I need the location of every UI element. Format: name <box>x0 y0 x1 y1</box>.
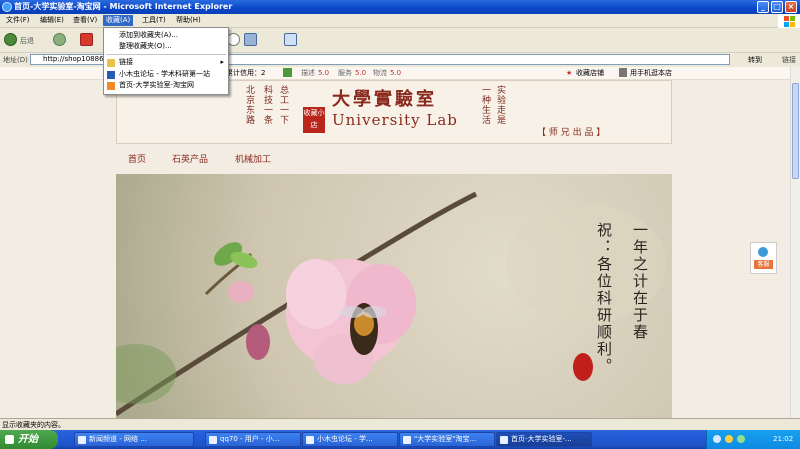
minimize-button[interactable]: _ <box>757 1 769 13</box>
clock: 21:02 <box>773 435 794 443</box>
folder-icon <box>107 59 115 67</box>
shop-home-icon[interactable] <box>283 68 292 77</box>
menu-help[interactable]: 帮助(H) <box>173 15 204 26</box>
menu-tools[interactable]: 工具(T) <box>139 15 169 26</box>
banner-vertical-5: 实验走是 <box>495 85 505 125</box>
back-label[interactable]: 后退 <box>20 36 34 46</box>
taskbar-item-4[interactable]: "大学实验室"淘宝... <box>399 432 495 447</box>
menu-fav-entry-2-label: 首页-大学实验室-淘宝网 <box>119 81 195 89</box>
scrollbar-thumb[interactable] <box>792 83 799 179</box>
window-icon <box>403 436 411 444</box>
banner-vertical-1: 北京东路 <box>244 85 254 125</box>
nav-item-machining[interactable]: 机械加工 <box>235 152 271 165</box>
web-page: 累计信用：2 描述 5.0 服务 5.0 物流 5.0 ★ 收藏店铺 用手机逛本… <box>0 67 790 418</box>
taskbar-item-3[interactable]: 小木虫论坛 - 学... <box>302 432 398 447</box>
menu-view[interactable]: 查看(V) <box>70 15 100 26</box>
taobao-icon <box>107 82 115 90</box>
stop-icon[interactable] <box>80 33 93 46</box>
tray-icon[interactable] <box>737 435 745 443</box>
xmuchong-icon <box>107 71 115 79</box>
taskbar-item-5[interactable]: 首页-大学实验室-... <box>496 432 592 447</box>
banner-vertical-4: 一种生活 <box>480 85 490 125</box>
mobile-icon <box>619 68 627 77</box>
nav-item-quartz[interactable]: 石英产品 <box>172 152 208 165</box>
describe-label: 描述 <box>301 69 315 77</box>
fav-shop-link[interactable]: 收藏店铺 <box>576 67 604 79</box>
star-icon: ★ <box>566 69 573 77</box>
taskbar-item-1-label: 新闻频道 - 网络 ... <box>89 435 147 443</box>
window-icon <box>209 436 217 444</box>
vertical-scrollbar[interactable] <box>790 67 800 418</box>
poem-line-1: 一年之计在于春 <box>631 222 649 341</box>
menu-add-favorite[interactable]: 添加到收藏夹(A)... <box>104 30 228 41</box>
submenu-arrow-icon: ▸ <box>220 58 224 66</box>
menu-fav-entry-1-label: 小木虫论坛 - 学术科研第一站 <box>119 70 210 78</box>
system-tray: 21:02 <box>706 430 800 449</box>
taskbar-item-4-label: "大学实验室"淘宝... <box>414 435 477 443</box>
describe-score: 5.0 <box>318 69 330 77</box>
ie-icon <box>2 2 12 12</box>
taskbar-item-2[interactable]: qq70 - 用户 - 小... <box>205 432 301 447</box>
windows-flag-icon <box>5 435 14 444</box>
menu-edit[interactable]: 编辑(E) <box>37 15 67 26</box>
poem-line-2: 祝：各位科研顺利。 <box>595 222 613 375</box>
window-icon <box>306 436 314 444</box>
taskbar-item-3-label: 小木虫论坛 - 学... <box>317 435 373 443</box>
credit-text: 累计信用：2 <box>226 69 266 77</box>
tray-icon[interactable] <box>725 435 733 443</box>
go-button[interactable]: 转到 <box>748 55 762 65</box>
mail-icon[interactable] <box>244 33 257 46</box>
banner-title-en: University Lab <box>332 111 458 129</box>
banner-vertical-3: 总工一下 <box>278 85 288 125</box>
service-score: 5.0 <box>355 69 367 77</box>
taskbar: 开始 新闻频道 - 网络 ... qq70 - 用户 - 小... 小木虫论坛 … <box>0 430 800 449</box>
menu-links-label: 链接 <box>119 58 133 66</box>
taskbar-item-1[interactable]: 新闻频道 - 网络 ... <box>74 432 194 447</box>
customer-service-widget[interactable]: 客服 <box>750 242 777 274</box>
menu-file[interactable]: 文件(F) <box>3 15 33 26</box>
logistics-label: 物流 <box>373 69 387 77</box>
window-title: 首页-大学实验室-淘宝网 - Microsoft Internet Explor… <box>14 2 233 11</box>
menu-fav-entry-2[interactable]: 首页-大学实验室-淘宝网 <box>104 80 228 91</box>
nav-item-home[interactable]: 首页 <box>128 152 146 165</box>
menu-organize-favorites[interactable]: 整理收藏夹(O)... <box>104 41 228 52</box>
menu-links-folder[interactable]: 链接 ▸ <box>104 57 228 68</box>
title-bar: 首页-大学实验室-淘宝网 - Microsoft Internet Explor… <box>0 0 800 14</box>
logistics-score: 5.0 <box>390 69 402 77</box>
banner-seal: 收藏小店 <box>303 107 325 133</box>
banner-title-cn: 大學實驗室 <box>332 89 437 110</box>
close-button[interactable]: × <box>785 1 797 13</box>
banner-signature: 【 师 兄 出 品 】 <box>537 128 606 138</box>
menu-favorites[interactable]: 收藏(A) <box>103 15 134 26</box>
mobile-link[interactable]: 用手机逛本店 <box>630 67 672 79</box>
favorites-menu: 添加到收藏夹(A)... 整理收藏夹(O)... 链接 ▸ 小木虫论坛 - 学术… <box>103 27 229 95</box>
menu-bar: 文件(F) 编辑(E) 查看(V) 收藏(A) 工具(T) 帮助(H) <box>0 14 800 28</box>
taskbar-item-5-label: 首页-大学实验室-... <box>511 435 572 443</box>
address-label: 地址(D) <box>3 56 28 64</box>
start-button[interactable]: 开始 <box>0 430 58 449</box>
hero-image: 一年之计在于春 祝：各位科研顺利。 <box>116 174 672 418</box>
forward-icon[interactable] <box>53 33 66 46</box>
links-button[interactable]: 链接 <box>782 55 796 65</box>
start-label: 开始 <box>18 434 38 445</box>
customer-service-label: 客服 <box>754 260 773 269</box>
flower-bee-illustration <box>116 191 666 417</box>
taskbar-item-2-label: qq70 - 用户 - 小... <box>220 435 280 443</box>
banner-vertical-2: 科技一条 <box>262 85 272 125</box>
windows-logo-icon <box>778 14 800 28</box>
menu-separator <box>106 54 226 55</box>
tray-icon[interactable] <box>713 435 721 443</box>
print-icon[interactable] <box>284 33 297 46</box>
service-label: 服务 <box>338 69 352 77</box>
back-icon[interactable] <box>4 33 17 46</box>
menu-fav-entry-1[interactable]: 小木虫论坛 - 学术科研第一站 <box>104 69 228 80</box>
maximize-button[interactable]: □ <box>771 1 783 13</box>
window-icon <box>500 436 508 444</box>
window-icon <box>78 436 86 444</box>
